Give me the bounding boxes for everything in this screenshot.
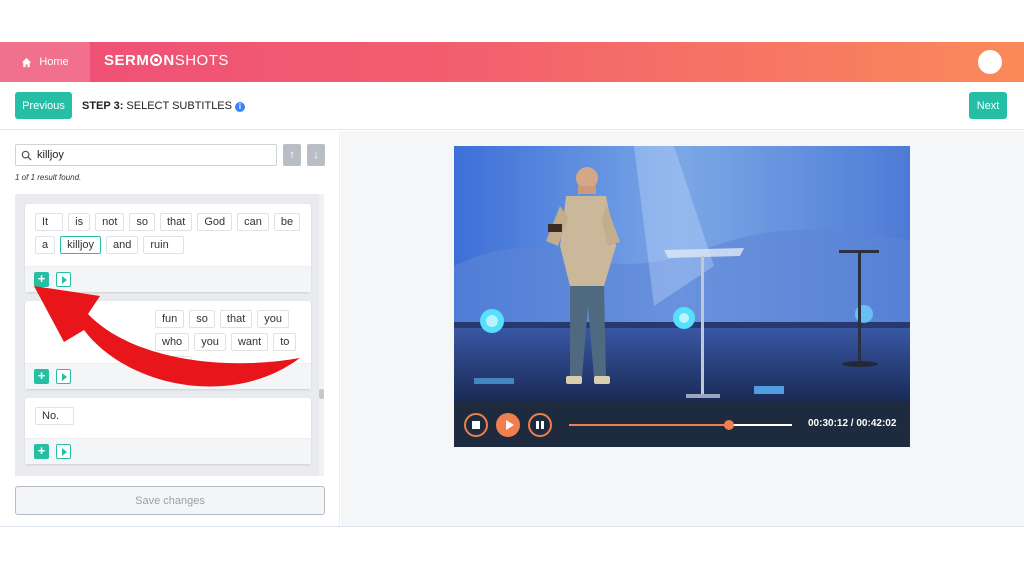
list-scrollbar-thumb[interactable]: [319, 389, 324, 399]
subtitle-word[interactable]: It: [35, 213, 64, 231]
plus-icon: +: [37, 271, 46, 286]
subtitle-word-highlighted[interactable]: killjoy: [60, 236, 102, 254]
search-result-count: 1 of 1 result found.: [15, 173, 82, 182]
app-window: Home SERM NSHOTS Previous STEP 3: SELECT …: [0, 42, 1024, 526]
subtitle-card: funsothatyouwhoyouwanttobe. +: [25, 301, 311, 389]
step-title: STEP 3: SELECT SUBTITLES i: [82, 100, 245, 112]
video-frame: [454, 146, 910, 402]
previous-button[interactable]: Previous: [15, 92, 72, 119]
next-button[interactable]: Next: [969, 92, 1007, 119]
list-scrollbar[interactable]: [319, 194, 324, 476]
logo-o-mark: [150, 54, 163, 66]
sermonshots-logo: SERM NSHOTS: [104, 52, 229, 69]
subtitle-word[interactable]: ruin: [143, 236, 184, 254]
stop-icon[interactable]: [464, 413, 488, 437]
top-navbar: Home SERM NSHOTS: [0, 42, 1024, 82]
card-actions: +: [25, 363, 311, 389]
subtitle-list[interactable]: It is not so that God can be a killjoy and ruin + f…: [15, 194, 324, 476]
user-avatar[interactable]: [978, 50, 1002, 74]
arrow-down-icon: ↓: [313, 149, 319, 161]
logo-part-1: SERM: [104, 52, 150, 69]
seek-handle[interactable]: [724, 420, 735, 430]
subtitle-card: No. +: [25, 398, 311, 464]
search-icon: [21, 150, 32, 161]
preview-panel: 00:30:12 / 00:42:02: [341, 131, 1024, 526]
play-segment-button[interactable]: [56, 369, 71, 384]
search-next-button[interactable]: ↓: [307, 144, 325, 166]
plus-icon: +: [37, 443, 46, 458]
save-changes-button[interactable]: Save changes: [15, 486, 325, 515]
subtitle-words: It is not so that God can be a killjoy and ruin: [25, 204, 311, 254]
card-actions: +: [25, 266, 311, 292]
subtitle-word[interactable]: so: [189, 310, 215, 328]
subtitle-word[interactable]: that: [219, 310, 253, 328]
subtitle-card: It is not so that God can be a killjoy and ruin +: [25, 204, 311, 292]
subtitle-word[interactable]: fun: [155, 310, 185, 328]
subtitle-word[interactable]: a: [35, 236, 56, 254]
add-subtitle-button[interactable]: +: [34, 444, 49, 459]
bottom-divider: [0, 526, 1024, 527]
arrow-up-icon: ↑: [289, 149, 295, 161]
subtitle-word[interactable]: can: [237, 213, 269, 231]
subtitle-word[interactable]: you: [194, 333, 226, 351]
search-input[interactable]: [37, 147, 272, 163]
step-label: SELECT SUBTITLES: [123, 100, 232, 112]
subtitle-word[interactable]: who: [155, 333, 190, 351]
search-prev-button[interactable]: ↑: [283, 144, 301, 166]
subtitle-word[interactable]: you: [257, 310, 290, 328]
add-subtitle-button[interactable]: +: [34, 272, 49, 287]
player-controls: 00:30:12 / 00:42:02: [454, 402, 910, 447]
step-number: STEP 3:: [82, 100, 124, 112]
time-display: 00:30:12 / 00:42:02: [808, 418, 897, 429]
subtitle-panel: ↑ ↓ 1 of 1 result found. ItisnotsothatGo…: [0, 131, 340, 526]
info-icon[interactable]: i: [234, 102, 245, 112]
subtitle-word[interactable]: be: [273, 213, 301, 231]
home-icon: [22, 57, 32, 67]
logo-part-3: SHOTS: [174, 52, 229, 69]
logo-part-2: N: [163, 52, 175, 69]
subtitle-word[interactable]: to: [273, 333, 297, 351]
home-tab[interactable]: Home: [0, 42, 90, 82]
plus-icon: +: [37, 368, 46, 383]
step-bar: Previous STEP 3: SELECT SUBTITLES i Next: [0, 82, 1024, 130]
add-subtitle-button[interactable]: +: [34, 369, 49, 384]
subtitle-word[interactable]: God: [197, 213, 233, 231]
seek-bar[interactable]: [569, 420, 792, 430]
play-segment-button[interactable]: [56, 444, 71, 459]
subtitle-word[interactable]: and: [106, 236, 139, 254]
video-player[interactable]: 00:30:12 / 00:42:02: [454, 146, 910, 447]
subtitle-word[interactable]: No.: [35, 407, 75, 425]
seek-progress: [569, 424, 730, 426]
subtitle-word[interactable]: that: [160, 213, 193, 231]
subtitle-words: No.: [25, 398, 311, 425]
search-box[interactable]: [15, 144, 277, 166]
card-actions: +: [25, 438, 311, 464]
pause-icon[interactable]: [528, 413, 552, 437]
subtitle-word[interactable]: is: [68, 213, 91, 231]
subtitle-word[interactable]: not: [95, 213, 125, 231]
play-icon[interactable]: [496, 413, 520, 437]
subtitle-word[interactable]: so: [129, 213, 155, 231]
play-segment-button[interactable]: [56, 272, 71, 287]
subtitle-word[interactable]: want: [230, 333, 269, 351]
home-label: Home: [39, 56, 69, 68]
